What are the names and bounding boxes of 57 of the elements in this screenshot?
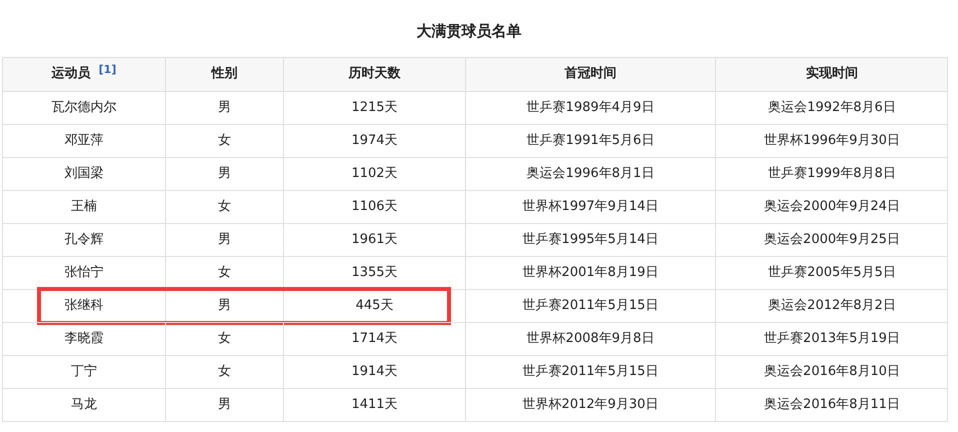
- table-cell: 王楠: [3, 190, 166, 222]
- table-cell: 男: [166, 388, 284, 420]
- table-cell: 男: [166, 158, 284, 190]
- footnote-link[interactable]: [1]: [98, 62, 116, 78]
- table-cell: 张怡宁: [3, 256, 166, 288]
- header-label: 运动员: [52, 65, 91, 84]
- table-cell: 女: [166, 190, 284, 222]
- table-cell: 1974天: [284, 124, 466, 156]
- table-cell: 女: [166, 356, 284, 388]
- table-cell-text: 奥运会2012年8月2日: [767, 296, 897, 315]
- table-cell-text: 世乒赛1999年8月8日: [767, 164, 897, 183]
- table-cell: 1961天: [284, 224, 466, 256]
- table-cell-text: 世乒赛2013年5月19日: [763, 330, 901, 348]
- column-header: 性别: [166, 58, 284, 90]
- table-cell: 女: [166, 322, 284, 354]
- column-header: 首冠时间: [466, 58, 716, 90]
- table-cell: 邓亚萍: [3, 124, 166, 156]
- column-header: 历时天数: [284, 58, 466, 90]
- table-cell: 1355天: [284, 256, 466, 288]
- table-cell: 1102天: [284, 158, 466, 190]
- table-cell: 男: [166, 290, 284, 322]
- table-cell-text: 奥运会2016年8月11日: [763, 396, 901, 414]
- table-cell-text: 奥运会1992年8月6日: [767, 98, 897, 117]
- table-cell: 世乒赛1995年5月14日: [466, 224, 716, 256]
- table-cell-text: 奥运会2000年9月24日: [763, 198, 901, 216]
- table-cell-text: 奥运会2016年8月10日: [763, 362, 901, 381]
- table-cell: 1714天: [284, 322, 466, 354]
- column-header: 实现时间: [805, 64, 859, 84]
- table-cell-text: 世乒赛2005年5月5日: [767, 264, 897, 282]
- table-cell: 世界杯2012年9月30日: [466, 388, 716, 420]
- table-cell: 张继科: [3, 290, 166, 322]
- table-cell: 男: [166, 224, 284, 256]
- table-cell: 丁宁: [3, 356, 166, 388]
- table-cell: 李晓霞: [3, 322, 166, 354]
- table-cell: 世界杯1997年9月14日: [466, 190, 716, 222]
- table-cell: 刘国梁: [3, 158, 166, 190]
- table-cell: 奥运会1996年8月1日: [466, 158, 716, 190]
- table-title: 大满贯球员名单: [416, 21, 522, 42]
- table-cell: 世界杯2001年8月19日: [466, 256, 716, 288]
- table-cell: 世乒赛1989年4月9日: [466, 92, 716, 124]
- table-cell: 男: [166, 92, 284, 124]
- table-cell: 世乒赛1991年5月6日: [466, 124, 716, 156]
- table-cell: 马龙: [3, 388, 166, 420]
- table-cell: 女: [166, 124, 284, 156]
- table-cell: 1106天: [284, 190, 466, 222]
- table-cell: 445天: [284, 290, 466, 322]
- table-cell: 1914天: [284, 356, 466, 388]
- table-cell: 1215天: [284, 92, 466, 124]
- table-cell: 女: [166, 256, 284, 288]
- table-cell: 世乒赛2011年5月15日: [466, 290, 716, 322]
- table-cell: 孔令辉: [3, 224, 166, 256]
- table-cell: 世乒赛2011年5月15日: [466, 356, 716, 388]
- table-cell: 世界杯2008年9月8日: [466, 322, 716, 354]
- table-cell-text: 奥运会2000年9月25日: [763, 230, 901, 249]
- table-cell-text: 世界杯1996年9月30日: [763, 132, 901, 150]
- table-cell: 瓦尔德内尔: [3, 92, 166, 124]
- table-cell: 1411天: [284, 388, 466, 420]
